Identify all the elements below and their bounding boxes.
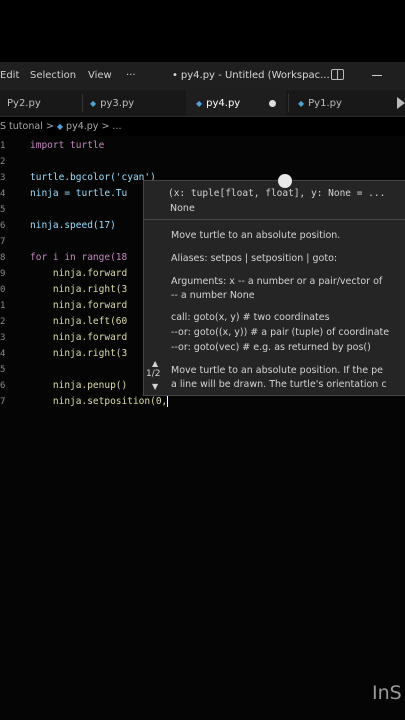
menu-selection[interactable]: Selection bbox=[30, 70, 76, 81]
code-line: turtle.bgcolor('cyan') bbox=[30, 172, 156, 183]
line-number: 1 bbox=[0, 141, 6, 151]
popup-divider bbox=[144, 219, 405, 220]
line-number: 0 bbox=[0, 285, 6, 295]
line-number: 9 bbox=[0, 269, 6, 279]
python-file-icon: ◆ bbox=[56, 122, 64, 131]
chevron-down-icon[interactable]: ▼ bbox=[152, 382, 158, 391]
tab-label: py4.py bbox=[206, 97, 241, 109]
code-line: ninja.forward bbox=[30, 268, 128, 279]
line-number: 7 bbox=[0, 397, 6, 407]
line-number: 1 bbox=[0, 301, 6, 311]
code-line: ninja.right(3 bbox=[30, 348, 128, 359]
line-number: 2 bbox=[0, 317, 6, 327]
line-number: 3 bbox=[0, 173, 6, 183]
window-title-text: py4.py - Untitled (Workspac... bbox=[180, 70, 330, 81]
signature-help-popup: (x: tuple[float, float], y: None = ... N… bbox=[143, 180, 405, 396]
code-line: ninja.speed(17) bbox=[30, 220, 116, 231]
code-line-text: ninja.setposition(0, bbox=[30, 396, 168, 407]
overload-counter: 1/2 bbox=[146, 369, 161, 379]
doc-line: -- a number None bbox=[171, 290, 255, 301]
line-number: 5 bbox=[0, 365, 6, 375]
code-line: ninja = turtle.Tu bbox=[30, 188, 128, 199]
breadcrumb-file[interactable]: py4.py bbox=[66, 121, 98, 132]
tab-label: py3.py bbox=[100, 97, 135, 109]
python-file-icon: ◆ bbox=[196, 98, 203, 108]
menu-view[interactable]: View bbox=[88, 70, 112, 81]
modified-dot: • bbox=[172, 70, 178, 81]
tab-py4[interactable]: ◆ py4.py bbox=[186, 90, 286, 116]
menu-edit[interactable]: Edit bbox=[0, 70, 19, 81]
layout-icon[interactable] bbox=[331, 69, 344, 80]
code-line: ninja.left(60 bbox=[30, 316, 128, 327]
signature-continuation: None bbox=[170, 203, 195, 214]
code-line: ninja.forward bbox=[30, 300, 128, 311]
line-number: 6 bbox=[0, 221, 6, 231]
doc-line: --or: goto(vec) # e.g. as returned by po… bbox=[171, 342, 371, 353]
window-title: • py4.py - Untitled (Workspac... bbox=[172, 70, 330, 81]
line-number: 2 bbox=[0, 157, 6, 167]
watermark: InS bbox=[372, 682, 402, 704]
breadcrumb-tail[interactable]: > ... bbox=[101, 121, 121, 132]
unsaved-dot-icon[interactable] bbox=[269, 100, 276, 107]
breadcrumb-separator: > bbox=[45, 121, 54, 132]
line-number: 3 bbox=[0, 333, 6, 343]
tab-separator bbox=[288, 94, 289, 112]
run-icon[interactable] bbox=[397, 97, 405, 109]
line-number: 7 bbox=[0, 237, 6, 247]
code-line: ninja.penup() bbox=[30, 380, 128, 391]
doc-line: Aliases: setpos | setposition | goto: bbox=[171, 253, 338, 264]
line-number: 6 bbox=[0, 381, 6, 391]
line-number: 4 bbox=[0, 349, 6, 359]
python-file-icon: ◆ bbox=[298, 98, 305, 108]
code-line: ninja.right(3 bbox=[30, 284, 128, 295]
code-line: for i in range(18 bbox=[30, 252, 128, 263]
line-number: 4 bbox=[0, 189, 6, 199]
tab-bar: Py2.py ◆ py3.py ◆ py4.py ◆ Py1.py bbox=[0, 90, 405, 117]
tab-separator bbox=[82, 94, 83, 112]
tab-py3[interactable]: ◆ py3.py bbox=[90, 90, 182, 116]
doc-line: Move turtle to an absolute position. bbox=[171, 230, 341, 241]
breadcrumb: S tutonal > ◆ py4.py > ... bbox=[0, 121, 122, 132]
tab-label: Py1.py bbox=[308, 97, 342, 109]
pointer-cursor bbox=[278, 174, 292, 188]
breadcrumb-folder[interactable]: S tutonal bbox=[0, 121, 43, 132]
doc-line: Move turtle to an absolute position. If … bbox=[171, 365, 383, 376]
text-cursor bbox=[167, 396, 169, 407]
tab-label: Py2.py bbox=[7, 97, 41, 109]
minimize-icon[interactable] bbox=[372, 75, 382, 76]
code-line: ninja.forward bbox=[30, 332, 128, 343]
doc-line: --or: goto((x, y)) # a pair (tuple) of c… bbox=[171, 327, 390, 338]
doc-line: call: goto(x, y) # two coordinates bbox=[171, 312, 330, 323]
signature: (x: tuple[float, float], y: None = ... bbox=[168, 188, 386, 199]
doc-line: a line will be drawn. The turtle's orien… bbox=[171, 379, 387, 390]
menu-more[interactable]: ··· bbox=[126, 70, 136, 81]
chevron-up-icon[interactable]: ▲ bbox=[152, 359, 158, 368]
line-number: 5 bbox=[0, 205, 6, 215]
code-line-current: ninja.setposition(0, bbox=[30, 396, 169, 407]
python-file-icon: ◆ bbox=[90, 98, 97, 108]
top-letterbox bbox=[0, 0, 405, 62]
line-number: 8 bbox=[0, 253, 6, 263]
code-line: import turtle bbox=[30, 140, 105, 151]
tab-py2[interactable]: Py2.py bbox=[0, 90, 80, 116]
tab-py1[interactable]: ◆ Py1.py bbox=[298, 90, 388, 116]
doc-line: Arguments: x -- a number or a pair/vecto… bbox=[171, 276, 383, 287]
